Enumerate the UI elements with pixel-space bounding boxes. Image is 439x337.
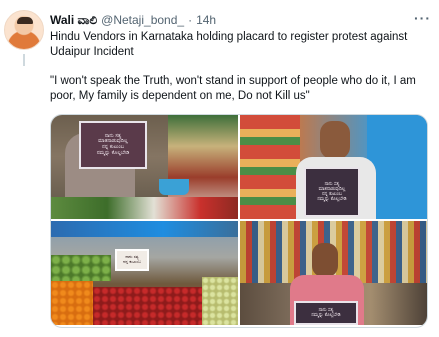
avatar-hair (17, 17, 33, 24)
tweet-header: Wali ವಾಲಿ @Netaji_bond_ · 14h (50, 12, 431, 28)
photo-general-store[interactable]: ನಾನು ಸತ್ಯ ನಮ್ಮನ್ನು ಕೊಲ್ಲಬೇಡಿ (240, 221, 427, 325)
protest-placard: ನಾನು ಸತ್ಯ ನನ್ನ ಕುಟುಂಬ (115, 249, 149, 271)
photo-grapes (202, 277, 238, 325)
photo-vegetable-vendor[interactable]: ನಾನು ಸತ್ಯ ಮಾತನಾಡುವುದಿಲ್ಲ ನನ್ನ ಕುಟುಂಬ ನಮ್… (51, 115, 238, 219)
photo-shop-owner[interactable]: ನಾನು ಸತ್ಯ ಮಾತನಾಡುವುದಿಲ್ಲ ನನ್ನ ಕುಟುಂಬ ನಮ್… (240, 115, 427, 219)
author-handle[interactable]: @Netaji_bond_ (101, 12, 184, 28)
placard-line: ನಮ್ಮನ್ನು ಕೊಲ್ಲಬೇಡಿ (311, 313, 341, 318)
tweet-body: Wali ವಾಲಿ @Netaji_bond_ · 14h ··· Hindu … (50, 10, 431, 104)
photo-shelf (240, 115, 300, 219)
photo-person (320, 121, 350, 159)
media-grid[interactable]: ನಾನು ಸತ್ಯ ಮಾತನಾಡುವುದಿಲ್ಲ ನನ್ನ ಕುಟುಂಬ ನಮ್… (50, 114, 428, 328)
author-name[interactable]: Wali ವಾಲಿ (50, 12, 97, 28)
photo-bucket (159, 179, 189, 195)
placard-line: ನಮ್ಮನ್ನು ಕೊಲ್ಲಬೇಡಿ (317, 197, 347, 203)
protest-placard: ನಾನು ಸತ್ಯ ಮಾತನಾಡುವುದಿಲ್ಲ ನನ್ನ ಕುಟುಂಬ ನಮ್… (79, 121, 147, 169)
photo-wall (367, 115, 427, 219)
more-options-icon[interactable]: ··· (414, 10, 431, 26)
photo-melons (51, 255, 111, 281)
photo-apples (93, 287, 203, 325)
photo-oranges (51, 281, 93, 325)
photo-vegetable-tray (51, 197, 238, 219)
protest-placard: ನಾನು ಸತ್ಯ ಮಾತನಾಡುವುದಿಲ್ಲ ನನ್ನ ಕುಟುಂಬ ನಮ್… (304, 167, 360, 217)
placard-line: ನಮ್ಮನ್ನು ಕೊಲ್ಲಬೇಡಿ (96, 149, 130, 156)
placard-line: ನನ್ನ ಕುಟುಂಬ (123, 259, 141, 264)
tweet-timestamp[interactable]: 14h (196, 12, 216, 28)
protest-placard: ನಾನು ಸತ್ಯ ನಮ್ಮನ್ನು ಕೊಲ್ಲಬೇಡಿ (294, 301, 358, 325)
tweet-quote-text: "I won't speak the Truth, won't stand in… (50, 75, 416, 102)
tweet-text: Hindu Vendors in Karnataka holding placa… (50, 31, 408, 58)
tweet[interactable]: Wali ವಾಲಿ @Netaji_bond_ · 14h ··· Hindu … (0, 0, 439, 337)
separator-dot: · (188, 13, 193, 27)
author-avatar[interactable] (4, 10, 44, 50)
thread-line (23, 54, 25, 66)
photo-awning (51, 221, 238, 237)
photo-person (312, 243, 338, 277)
photo-fruit-stall[interactable]: ನಾನು ಸತ್ಯ ನನ್ನ ಕುಟುಂಬ (51, 221, 238, 325)
